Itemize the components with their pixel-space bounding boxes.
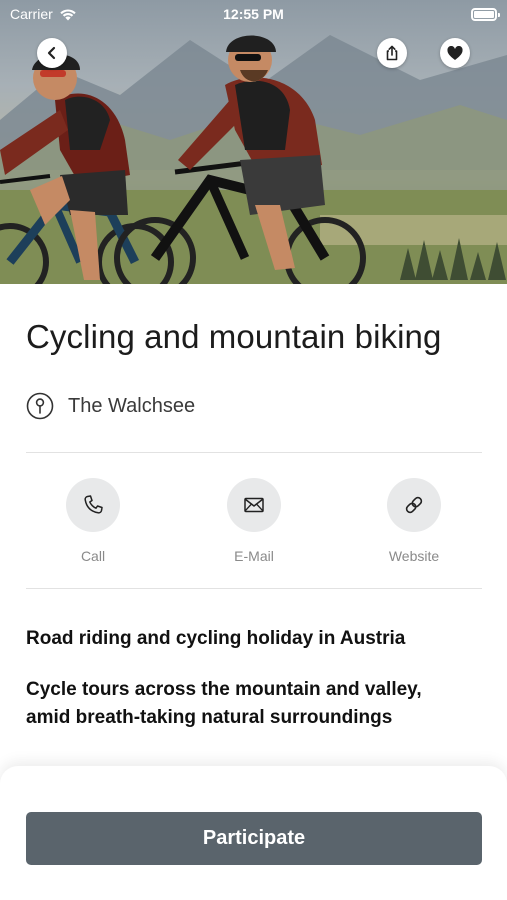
event-description: Cycle tours across the mountain and vall…: [26, 679, 422, 728]
website-label: Website: [388, 548, 440, 564]
participate-button[interactable]: Participate: [26, 812, 482, 865]
call-button[interactable]: [66, 478, 120, 532]
status-bar: Carrier 12:55 PM: [0, 0, 507, 28]
link-icon: [405, 496, 423, 514]
divider: [26, 588, 482, 589]
event-detail-screen: Carrier 12:55 PM Cycling and mountain bi…: [0, 0, 507, 900]
divider: [26, 452, 482, 453]
location-row[interactable]: The Walchsee: [26, 392, 195, 420]
favorite-button[interactable]: [440, 38, 470, 68]
website-button[interactable]: [387, 478, 441, 532]
status-time: 12:55 PM: [223, 6, 284, 22]
phone-icon: [84, 495, 103, 514]
event-subtitle: Road riding and cycling holiday in Austr…: [26, 628, 406, 649]
location-pin-icon: [26, 392, 54, 420]
email-action[interactable]: E-Mail: [199, 478, 309, 564]
battery-icon: [471, 7, 500, 21]
hero-image: Carrier 12:55 PM: [0, 0, 507, 284]
heart-icon: [447, 45, 463, 60]
email-button[interactable]: [227, 478, 281, 532]
bottom-action-sheet: Participate: [0, 766, 507, 900]
chevron-left-icon: [47, 46, 56, 60]
back-button[interactable]: [37, 38, 67, 68]
website-action[interactable]: Website: [359, 478, 469, 564]
share-button[interactable]: [377, 38, 407, 68]
location-label: The Walchsee: [68, 394, 196, 417]
cycling-scene-illustration: [0, 35, 507, 284]
email-label: E-Mail: [234, 548, 274, 564]
mail-icon: [244, 497, 264, 513]
event-title: Cycling and mountain biking: [26, 318, 442, 355]
call-action[interactable]: Call: [38, 478, 148, 564]
share-icon: [386, 45, 398, 61]
call-label: Call: [80, 548, 106, 564]
